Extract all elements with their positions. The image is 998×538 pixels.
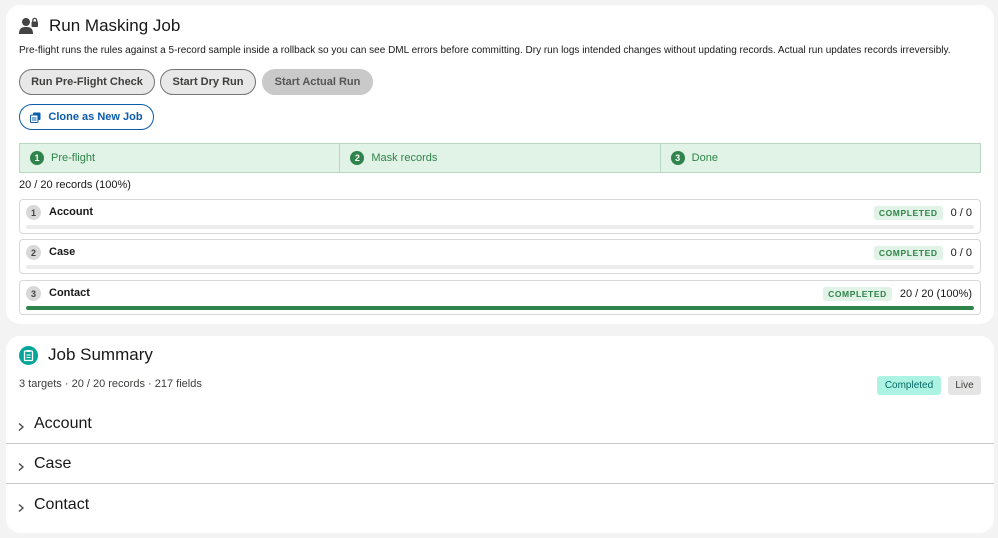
status-badge: COMPLETED [873,206,943,220]
clone-job-button[interactable]: Clone as New Job [19,104,154,130]
overall-progress-text: 20 / 20 records (100%) [19,179,131,191]
object-number: 2 [26,245,41,260]
status-badge: Completed [877,376,941,395]
accordion-label: Case [34,454,72,472]
accordion-section-case[interactable]: Case [6,444,994,484]
clone-icon [30,112,41,123]
step-label: Done [691,152,718,164]
start-actual-run-button[interactable]: Start Actual Run [262,69,373,95]
summary-stats: 3 targets · 20 / 20 records · 217 fields [19,378,202,390]
job-description: Pre-flight runs the rules against a 5-re… [19,45,951,56]
object-number: 1 [26,205,41,220]
step-number: 3 [670,151,685,165]
chevron-right-icon [16,419,26,431]
progress-bar [26,306,974,310]
start-dry-run-button[interactable]: Start Dry Run [160,69,256,95]
step-mask-records: 2 Mask records [340,144,661,172]
object-progress-row: 3 Contact COMPLETED 20 / 20 (100%) [19,280,981,315]
job-summary-card: Job Summary 3 targets · 20 / 20 records … [6,336,994,533]
job-summary-header: Job Summary [19,345,153,365]
chevron-right-icon [16,500,26,512]
report-icon [19,345,38,365]
step-label: Mask records [371,152,438,164]
step-number: 2 [350,151,365,165]
accordion-label: Contact [34,496,90,513]
masking-job-header: Run Masking Job [19,16,180,36]
status-badge: COMPLETED [873,246,943,260]
step-number: 1 [30,151,44,165]
object-progress-row: 2 Case COMPLETED 0 / 0 [19,239,981,274]
object-name: Case [49,246,76,258]
accordion-section-contact[interactable]: Contact [6,485,994,525]
run-preflight-button[interactable]: Run Pre-Flight Check [19,69,155,95]
object-name: Account [49,206,93,218]
step-preflight: 1 Pre-flight [20,144,341,172]
object-name: Contact [49,287,90,299]
progress-bar [26,265,974,269]
object-number: 3 [26,286,41,301]
progress-fill [26,306,974,310]
mode-badge: Live [948,376,981,395]
page-title: Run Masking Job [49,16,181,35]
accordion-section-account[interactable]: Account [6,404,994,444]
run-masking-job-card: Run Masking Job Pre-flight runs the rule… [6,5,994,324]
section-title: Job Summary [48,345,153,364]
clone-job-label: Clone as New Job [48,111,143,123]
progress-bar [26,225,974,229]
step-done: 3 Done [661,144,980,172]
status-badge: COMPLETED [823,287,892,301]
accordion-label: Account [34,414,92,432]
object-count: 0 / 0 [950,207,972,219]
chevron-right-icon [16,459,26,471]
progress-steps: 1 Pre-flight 2 Mask records 3 Done [19,143,981,173]
object-count: 0 / 0 [950,247,972,259]
object-count: 20 / 20 (100%) [899,288,972,300]
object-progress-row: 1 Account COMPLETED 0 / 0 [19,199,981,234]
step-label: Pre-flight [51,152,96,164]
user-lock-icon [19,17,39,35]
